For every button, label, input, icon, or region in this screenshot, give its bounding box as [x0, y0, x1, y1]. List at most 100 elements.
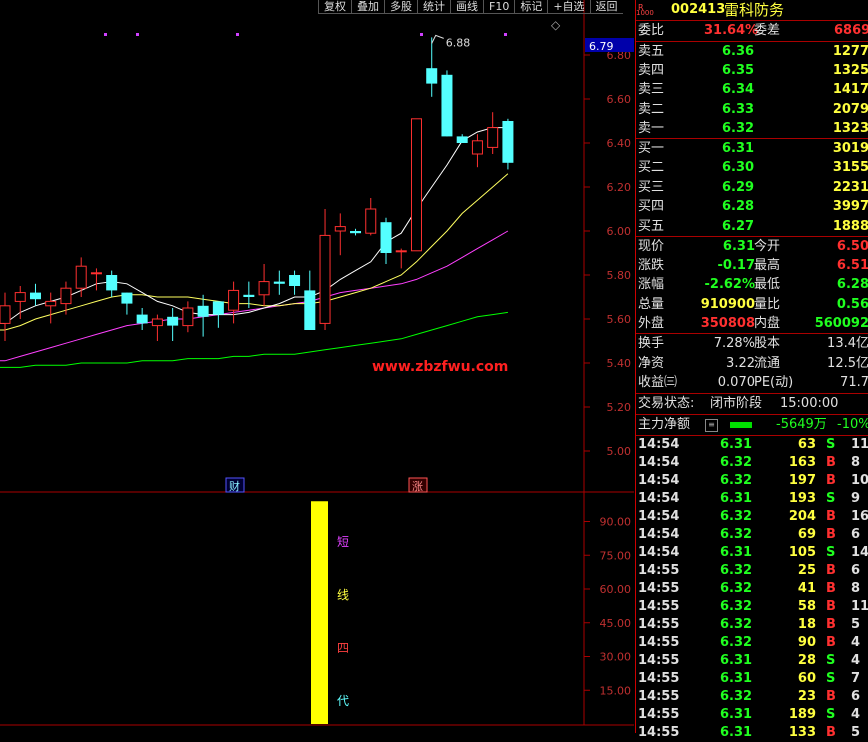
candle[interactable] — [90, 268, 102, 291]
toolbar-button-4[interactable]: 画线 — [450, 0, 483, 14]
candle[interactable] — [136, 308, 148, 330]
price-axis-label: 6.40 — [607, 137, 632, 150]
tick-row[interactable]: 14:54 6.32 197 B 10 — [636, 472, 868, 490]
buy-level-1[interactable]: 买一 6.31 3019 — [636, 139, 868, 159]
tick-row[interactable]: 14:55 6.32 90 B 4 — [636, 634, 868, 652]
price-axis-label: 5.80 — [607, 269, 632, 282]
sell-level-3[interactable]: 卖三 6.34 1417 — [636, 80, 868, 100]
candle[interactable] — [456, 134, 468, 143]
candle[interactable] — [273, 270, 285, 295]
candle[interactable] — [410, 118, 422, 252]
tick-row[interactable]: 14:55 6.32 25 B 6 — [636, 562, 868, 580]
toolbar-button-8[interactable]: 返回 — [589, 0, 623, 14]
indicator-axis-label: 15.00 — [600, 684, 632, 697]
diamond-icon[interactable]: ◇ — [551, 18, 561, 32]
tick-row[interactable]: 14:54 6.31 105 S 14 — [636, 544, 868, 562]
tick-row[interactable]: 14:54 6.31 193 S 9 — [636, 490, 868, 508]
current-price-tag: 6.79 — [585, 38, 634, 53]
toolbar-button-6[interactable]: 标记 — [514, 0, 548, 14]
candle[interactable] — [471, 134, 483, 168]
indicator-text: 代 — [337, 694, 349, 708]
event-marker-cai[interactable]: 财 — [225, 477, 245, 493]
tick-row[interactable]: 14:54 6.32 204 B 16 — [636, 508, 868, 526]
price-axis-label: 5.40 — [607, 357, 632, 370]
candle[interactable] — [75, 257, 87, 297]
main-flow-row[interactable]: 主力净额 ≡ -5649万 -10% — [636, 415, 868, 435]
candle[interactable] — [395, 248, 407, 269]
kline-chart[interactable]: 6.88 6.806.606.406.206.005.805.605.405.2… — [0, 0, 634, 733]
sell-level-5[interactable]: 卖五 6.36 1277 — [636, 42, 868, 62]
toolbar-button-0[interactable]: 复权 — [318, 0, 351, 14]
candle[interactable] — [380, 217, 392, 264]
event-marker-zhang[interactable]: 涨 — [408, 477, 428, 493]
buy-level-2[interactable]: 买二 6.30 3155 — [636, 158, 868, 178]
candle[interactable] — [502, 118, 514, 170]
trade-status: 交易状态: 闭市阶段 15:00:00 — [638, 396, 839, 411]
candle[interactable] — [365, 198, 377, 236]
toolbar-button-2[interactable]: 多股 — [384, 0, 417, 14]
sell-level-4[interactable]: 卖四 6.35 1325 — [636, 61, 868, 81]
indicator-text: 四 — [337, 641, 349, 655]
buy-level-3[interactable]: 买三 6.29 2231 — [636, 178, 868, 198]
tick-row[interactable]: 14:55 6.31 133 B 5 — [636, 724, 868, 742]
toolbar-button-1[interactable]: 叠加 — [351, 0, 384, 14]
indicator-text: 线 — [337, 588, 349, 602]
high-price-label: 6.88 — [446, 36, 471, 49]
detail-icon[interactable]: ≡ — [705, 419, 718, 432]
buy-level-5[interactable]: 买五 6.27 1888 — [636, 217, 868, 237]
candle[interactable] — [350, 228, 362, 236]
candle[interactable] — [29, 283, 41, 306]
indicator-axis-label: 30.00 — [600, 651, 632, 664]
tick-row[interactable]: 14:54 6.32 163 B 8 — [636, 454, 868, 472]
tick-row[interactable]: 14:55 6.32 41 B 8 — [636, 580, 868, 598]
candle[interactable] — [121, 292, 133, 315]
candle[interactable] — [258, 264, 270, 306]
tick-row[interactable]: 14:54 6.31 63 S 11 — [636, 436, 868, 454]
candle[interactable] — [304, 270, 316, 330]
candle[interactable] — [182, 301, 194, 333]
candle[interactable] — [106, 270, 118, 297]
svg-text:财: 财 — [229, 479, 240, 493]
buy-level-4[interactable]: 买四 6.28 3997 — [636, 197, 868, 217]
candle[interactable] — [487, 112, 499, 154]
ma10-line — [0, 173, 509, 331]
stock-code: 002413 — [671, 2, 726, 17]
quote-row: 现价 6.31 今开 6.50 — [638, 239, 868, 254]
candle[interactable] — [167, 308, 179, 341]
price-axis-label: 6.60 — [607, 93, 632, 106]
indicator-axis-label: 90.00 — [600, 516, 632, 529]
price-axis-label: 5.60 — [607, 313, 632, 326]
tick-row[interactable]: 14:55 6.32 23 B 6 — [636, 688, 868, 706]
tick-row[interactable]: 14:54 6.32 69 B 6 — [636, 526, 868, 544]
svg-text:6.79: 6.79 — [589, 40, 614, 53]
indicator-axis-label: 60.00 — [600, 583, 632, 596]
toolbar-button-3[interactable]: 统计 — [417, 0, 450, 14]
sell-level-2[interactable]: 卖二 6.33 2079 — [636, 100, 868, 120]
toolbar-button-7[interactable]: +自选 — [547, 0, 590, 14]
candle[interactable] — [441, 70, 453, 137]
candle[interactable] — [289, 270, 301, 295]
sell-level-1[interactable]: 卖一 6.32 1323 — [636, 119, 868, 139]
tick-row[interactable]: 14:55 6.32 58 B 11 — [636, 598, 868, 616]
tick-row[interactable]: 14:55 6.32 18 B 5 — [636, 616, 868, 634]
candle[interactable] — [334, 213, 346, 256]
tick-row[interactable]: 14:55 6.31 28 S 4 — [636, 652, 868, 670]
chart-toolbar: 复权 叠加 多股 统计 画线 F10 标记 +自选 返回 — [318, 0, 634, 14]
toolbar-button-5[interactable]: F10 — [483, 0, 515, 14]
candle[interactable] — [14, 286, 26, 319]
indicator-bar — [311, 501, 328, 724]
candle[interactable] — [45, 292, 57, 324]
candle[interactable] — [319, 209, 331, 330]
stats-row: 换手 7.28% 股本 13.4亿 — [638, 336, 868, 351]
candle[interactable] — [212, 301, 224, 328]
candle[interactable] — [426, 37, 438, 97]
candle[interactable] — [197, 294, 209, 337]
svg-text:涨: 涨 — [412, 480, 423, 493]
candle[interactable] — [151, 314, 163, 341]
tick-row[interactable]: 14:55 6.31 60 S 7 — [636, 670, 868, 688]
tick-row[interactable]: 14:55 6.31 189 S 4 — [636, 706, 868, 724]
candle[interactable] — [228, 281, 240, 324]
candle[interactable] — [0, 292, 11, 341]
stock-header[interactable]: R 1000 002413 雷科防务 — [636, 0, 868, 20]
price-axis-label: 6.00 — [607, 225, 632, 238]
